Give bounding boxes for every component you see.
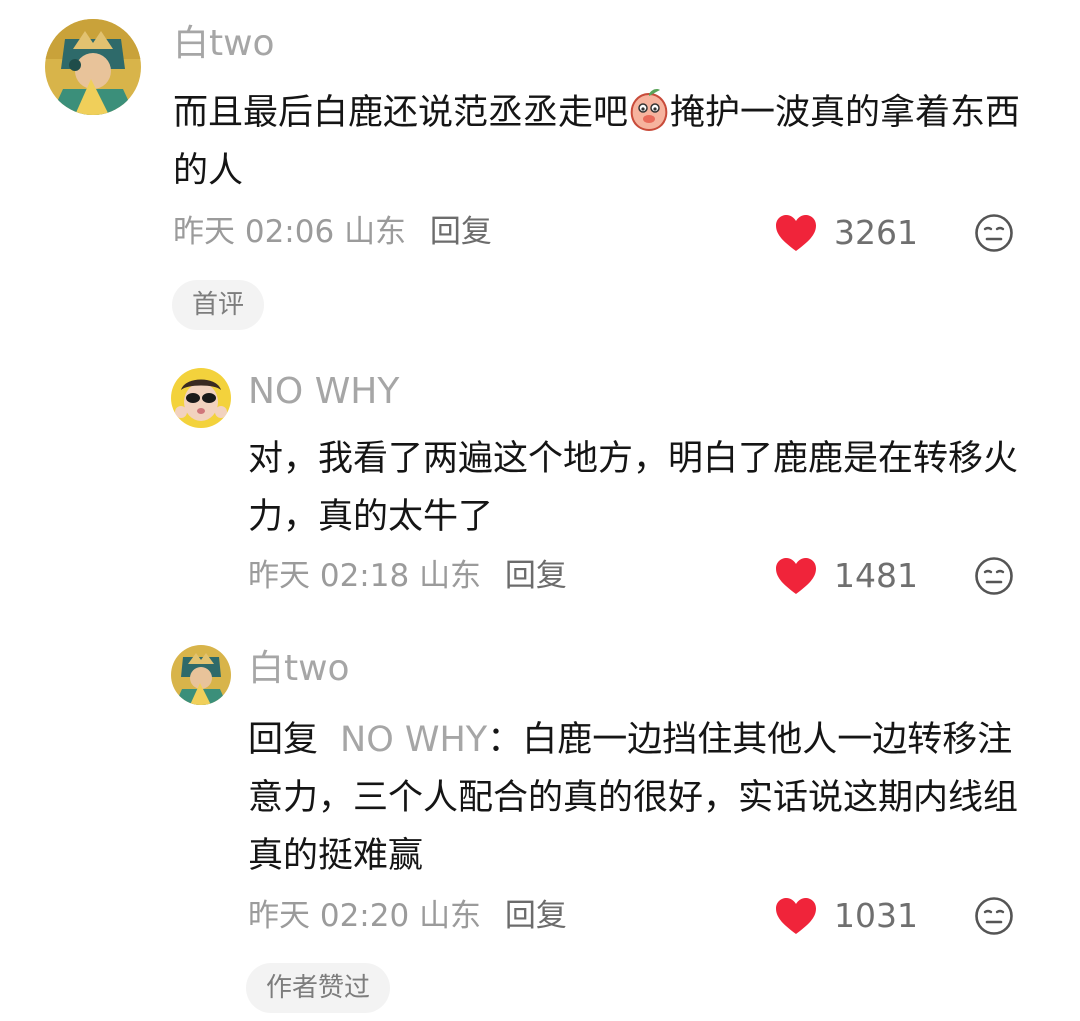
- peach-face-emoji-icon: [626, 86, 672, 132]
- reply-meta: 昨天 02:20 山东 回复: [248, 896, 567, 936]
- like-count: 1031: [834, 896, 918, 935]
- reply-username[interactable]: 白two: [248, 647, 350, 691]
- reply-button[interactable]: 回复: [430, 214, 492, 250]
- reply-time: 昨天 02:20: [248, 898, 410, 934]
- comment-text-part1: 而且最后白鹿还说范丞丞走吧: [173, 93, 629, 133]
- comment-text: 而且最后白鹿还说范丞丞走吧 掩护一波真的拿着东西的人: [173, 84, 1043, 200]
- reply-button[interactable]: 回复: [505, 558, 567, 594]
- author-liked-badge: 作者赞过: [246, 963, 391, 1013]
- reply-button[interactable]: 回复: [505, 898, 567, 934]
- comment-time: 昨天 02:06: [173, 214, 335, 250]
- reply-meta: 昨天 02:18 山东 回复: [248, 556, 567, 596]
- reply-text: 回复 NO WHY：白鹿一边挡住其他人一边转移注意力，三个人配合的真的很好，实话说…: [248, 711, 1023, 885]
- reply-prefix: 回复: [248, 720, 319, 760]
- neutral-face-icon[interactable]: [974, 896, 1014, 936]
- heart-icon[interactable]: [774, 896, 818, 936]
- neutral-face-icon[interactable]: [974, 213, 1014, 253]
- mention-separator: ：: [487, 720, 523, 760]
- first-comment-badge: 首评: [172, 280, 265, 330]
- heart-icon[interactable]: [774, 556, 818, 596]
- avatar-baitwo[interactable]: [171, 645, 231, 705]
- avatar-image: [45, 19, 141, 115]
- avatar-nowhy[interactable]: [171, 368, 231, 428]
- neutral-face-icon[interactable]: [974, 556, 1014, 596]
- heart-icon[interactable]: [774, 213, 818, 253]
- reply-location: 山东: [419, 898, 482, 934]
- mention-link[interactable]: NO WHY: [340, 720, 487, 760]
- like-count: 3261: [834, 213, 918, 252]
- avatar-baitwo[interactable]: [45, 19, 141, 115]
- like-count: 1481: [834, 556, 918, 595]
- comment-username[interactable]: 白two: [173, 22, 275, 66]
- reply-location: 山东: [419, 558, 482, 594]
- reply-time: 昨天 02:18: [248, 558, 410, 594]
- comment-location: 山东: [344, 214, 407, 250]
- comment-meta: 昨天 02:06 山东 回复: [173, 212, 492, 252]
- reply-username[interactable]: NO WHY: [248, 370, 399, 414]
- avatar-image: [171, 645, 231, 705]
- reply-text: 对，我看了两遍这个地方，明白了鹿鹿是在转移火力，真的太牛了: [248, 439, 1019, 537]
- avatar-image: [171, 368, 231, 428]
